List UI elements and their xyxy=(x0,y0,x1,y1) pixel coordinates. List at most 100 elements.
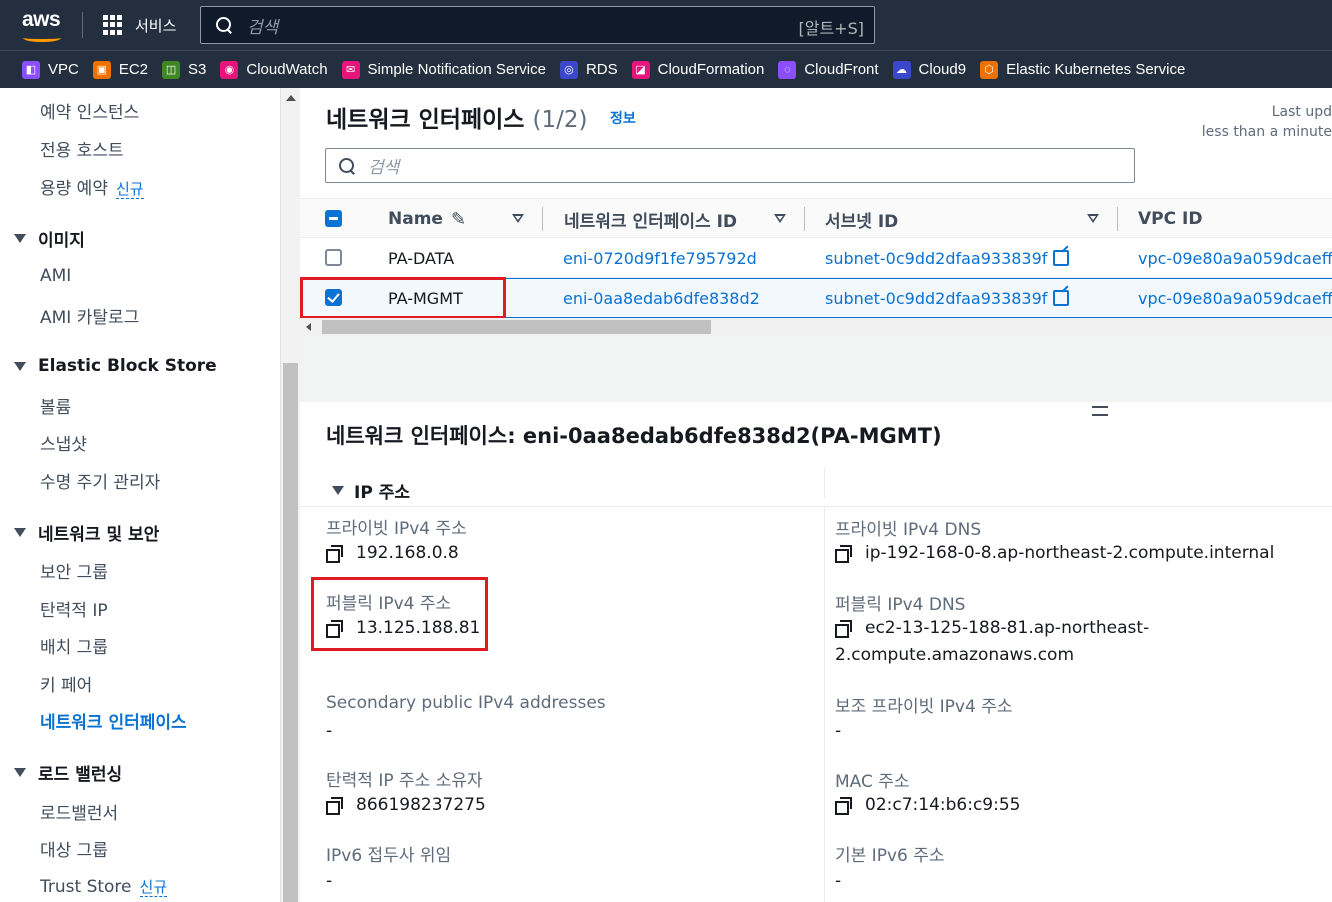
vpc-icon: ◧ xyxy=(22,60,40,79)
sidebar-item-capacity-reservations[interactable]: 용량 예약 신규 xyxy=(40,174,144,199)
sort-caret-icon[interactable] xyxy=(512,214,524,223)
aws-smile-icon xyxy=(23,34,61,42)
caret-down-icon xyxy=(14,361,26,371)
last-updated-value: less than a minute xyxy=(1201,124,1332,140)
sidebar-item-snapshots[interactable]: 스냅샷 xyxy=(40,430,87,455)
grid-icon xyxy=(103,15,123,35)
sort-caret-icon[interactable] xyxy=(1087,214,1099,223)
table-horizontal-scrollbar[interactable] xyxy=(300,318,1332,336)
sidebar-section-load-balancing[interactable]: 로드 밸런싱 xyxy=(14,760,122,785)
cell-vpc-link[interactable]: vpc-09e80a9a059dcaeff xyxy=(1138,238,1332,278)
s3-icon: ◫ xyxy=(162,60,181,79)
value-text: 02:c7:14:b6:c9:55 xyxy=(865,795,1021,815)
sidebar-item-load-balancers[interactable]: 로드밸런서 xyxy=(40,799,118,824)
copy-icon[interactable] xyxy=(835,796,852,815)
copy-icon[interactable] xyxy=(326,544,343,563)
info-link[interactable]: 정보 xyxy=(610,108,636,128)
sidebar-item-elastic-ips[interactable]: 탄력적 IP xyxy=(40,596,108,621)
row-checkbox[interactable] xyxy=(325,249,342,266)
favorite-cloudfront[interactable]: ◌ CloudFront xyxy=(778,60,879,79)
copy-icon[interactable] xyxy=(835,544,852,563)
favorite-ec2[interactable]: ▣ EC2 xyxy=(92,60,149,79)
cell-eni-link[interactable]: eni-0aa8edab6dfe838d2 xyxy=(563,278,760,318)
column-header-subnet-id[interactable]: 서브넷 ID xyxy=(825,199,898,239)
sidebar-item-ami[interactable]: AMI xyxy=(40,266,71,286)
favorite-cloud9[interactable]: ☁ Cloud9 xyxy=(892,60,966,79)
sidebar-item-reserved-instances[interactable]: 예약 인스턴스 xyxy=(40,98,139,123)
column-label: Name xyxy=(388,209,443,229)
sidebar-item-dedicated-hosts[interactable]: 전용 호스트 xyxy=(40,136,124,161)
subnet-link-text: subnet-0c9dd2dfaa933839f xyxy=(825,248,1048,268)
edit-pencil-icon: ✎ xyxy=(450,208,467,230)
sidebar-item-key-pairs[interactable]: 키 페어 xyxy=(40,671,92,696)
column-separator[interactable] xyxy=(1117,207,1118,231)
private-dns-label: 프라이빗 IPv4 DNS xyxy=(835,520,982,540)
section-label: 네트워크 및 보안 xyxy=(38,525,160,545)
cloudfront-icon: ◌ xyxy=(778,60,797,79)
favorite-label: Simple Notification Service xyxy=(367,61,546,78)
copy-icon[interactable] xyxy=(835,619,852,638)
scroll-up-arrow-icon[interactable] xyxy=(286,95,296,101)
sidebar-item-target-groups[interactable]: 대상 그룹 xyxy=(40,836,108,861)
scrollbar-thumb[interactable] xyxy=(283,363,298,902)
sidebar-item-ami-catalog[interactable]: AMI 카탈로그 xyxy=(40,303,139,328)
external-link-icon xyxy=(1053,290,1070,306)
last-updated-label: Last upd xyxy=(1271,104,1332,120)
section-label: Elastic Block Store xyxy=(38,356,217,376)
services-menu-button[interactable]: 서비스 xyxy=(103,13,176,37)
caret-down-icon xyxy=(14,528,26,537)
favorite-cloudwatch[interactable]: ◉ CloudWatch xyxy=(220,60,328,79)
caret-down-icon xyxy=(14,768,26,777)
column-header-name[interactable]: Name ✎ xyxy=(388,199,466,239)
favorite-cloudformation[interactable]: ◪ CloudFormation xyxy=(631,60,764,79)
highlight-box xyxy=(311,577,488,651)
column-header-eni-id[interactable]: 네트워크 인터페이스 ID xyxy=(564,199,737,239)
search-icon xyxy=(338,157,356,175)
sidebar-item-placement-groups[interactable]: 배치 그룹 xyxy=(40,633,108,658)
search-shortcut: [알트+S] xyxy=(798,19,865,38)
ip-address-section-toggle[interactable]: IP 주소 xyxy=(332,478,410,503)
column-separator[interactable] xyxy=(804,207,805,231)
scroll-left-arrow-icon[interactable] xyxy=(306,323,311,331)
ec2-icon: ▣ xyxy=(92,60,111,79)
scrollbar-thumb[interactable] xyxy=(322,320,711,334)
column-separator[interactable] xyxy=(542,207,543,231)
cell-eni-link[interactable]: eni-0720d9f1fe795792d xyxy=(563,238,757,278)
section-label: IP 주소 xyxy=(354,483,410,503)
favorite-rds[interactable]: ◎ RDS xyxy=(559,60,618,79)
mac-label: MAC 주소 xyxy=(835,772,910,792)
cell-subnet-link[interactable]: subnet-0c9dd2dfaa933839f xyxy=(825,278,1070,318)
favorite-sns[interactable]: ✉ Simple Notification Service xyxy=(341,60,546,79)
favorite-s3[interactable]: ◫ S3 xyxy=(162,60,206,79)
global-search-input[interactable]: 검색 [알트+S] xyxy=(200,6,875,44)
sidebar-item-security-groups[interactable]: 보안 그룹 xyxy=(40,558,108,583)
sidebar-section-images[interactable]: 이미지 xyxy=(14,226,85,251)
sidebar-item-network-interfaces[interactable]: 네트워크 인터페이스 xyxy=(40,708,187,733)
column-header-vpc-id[interactable]: VPC ID xyxy=(1138,199,1202,239)
cell-subnet-link[interactable]: subnet-0c9dd2dfaa933839f xyxy=(825,238,1070,278)
favorite-eks[interactable]: ⬡ Elastic Kubernetes Service xyxy=(980,60,1185,79)
value-text: ip-192-168-0-8.ap-northeast-2.compute.in… xyxy=(865,543,1275,563)
cloudformation-icon: ◪ xyxy=(631,60,650,79)
sidebar-section-network-security[interactable]: 네트워크 및 보안 xyxy=(14,520,159,545)
aws-logo[interactable]: aws xyxy=(22,8,61,42)
sidebar-item-volumes[interactable]: 볼륨 xyxy=(40,393,71,418)
sidebar-item-lifecycle-manager[interactable]: 수명 주기 관리자 xyxy=(40,468,160,493)
detail-title: 네트워크 인터페이스: eni-0aa8edab6dfe838d2(PA-MGM… xyxy=(326,424,942,448)
sort-caret-icon[interactable] xyxy=(774,214,786,223)
cell-vpc-link[interactable]: vpc-09e80a9a059dcaeff xyxy=(1138,278,1332,318)
favorite-label: RDS xyxy=(585,61,618,78)
selection-count: (1/2) xyxy=(532,107,588,133)
sidebar-scrollbar[interactable] xyxy=(280,88,300,902)
cloudwatch-icon: ◉ xyxy=(220,60,239,79)
table-filter-input[interactable]: 검색 xyxy=(325,148,1135,183)
favorite-vpc[interactable]: ◧ VPC xyxy=(22,60,79,79)
select-all-checkbox[interactable] xyxy=(325,210,342,227)
favorite-label: EC2 xyxy=(118,61,149,78)
sidebar-section-ebs[interactable]: Elastic Block Store xyxy=(14,356,217,376)
sidebar-item-trust-store[interactable]: Trust Store 신규 xyxy=(40,876,168,897)
filter-placeholder: 검색 xyxy=(368,158,400,178)
table-row[interactable]: PA-DATA eni-0720d9f1fe795792d subnet-0c9… xyxy=(300,238,1332,278)
resize-handle-icon[interactable] xyxy=(1092,406,1108,416)
copy-icon[interactable] xyxy=(326,796,343,815)
